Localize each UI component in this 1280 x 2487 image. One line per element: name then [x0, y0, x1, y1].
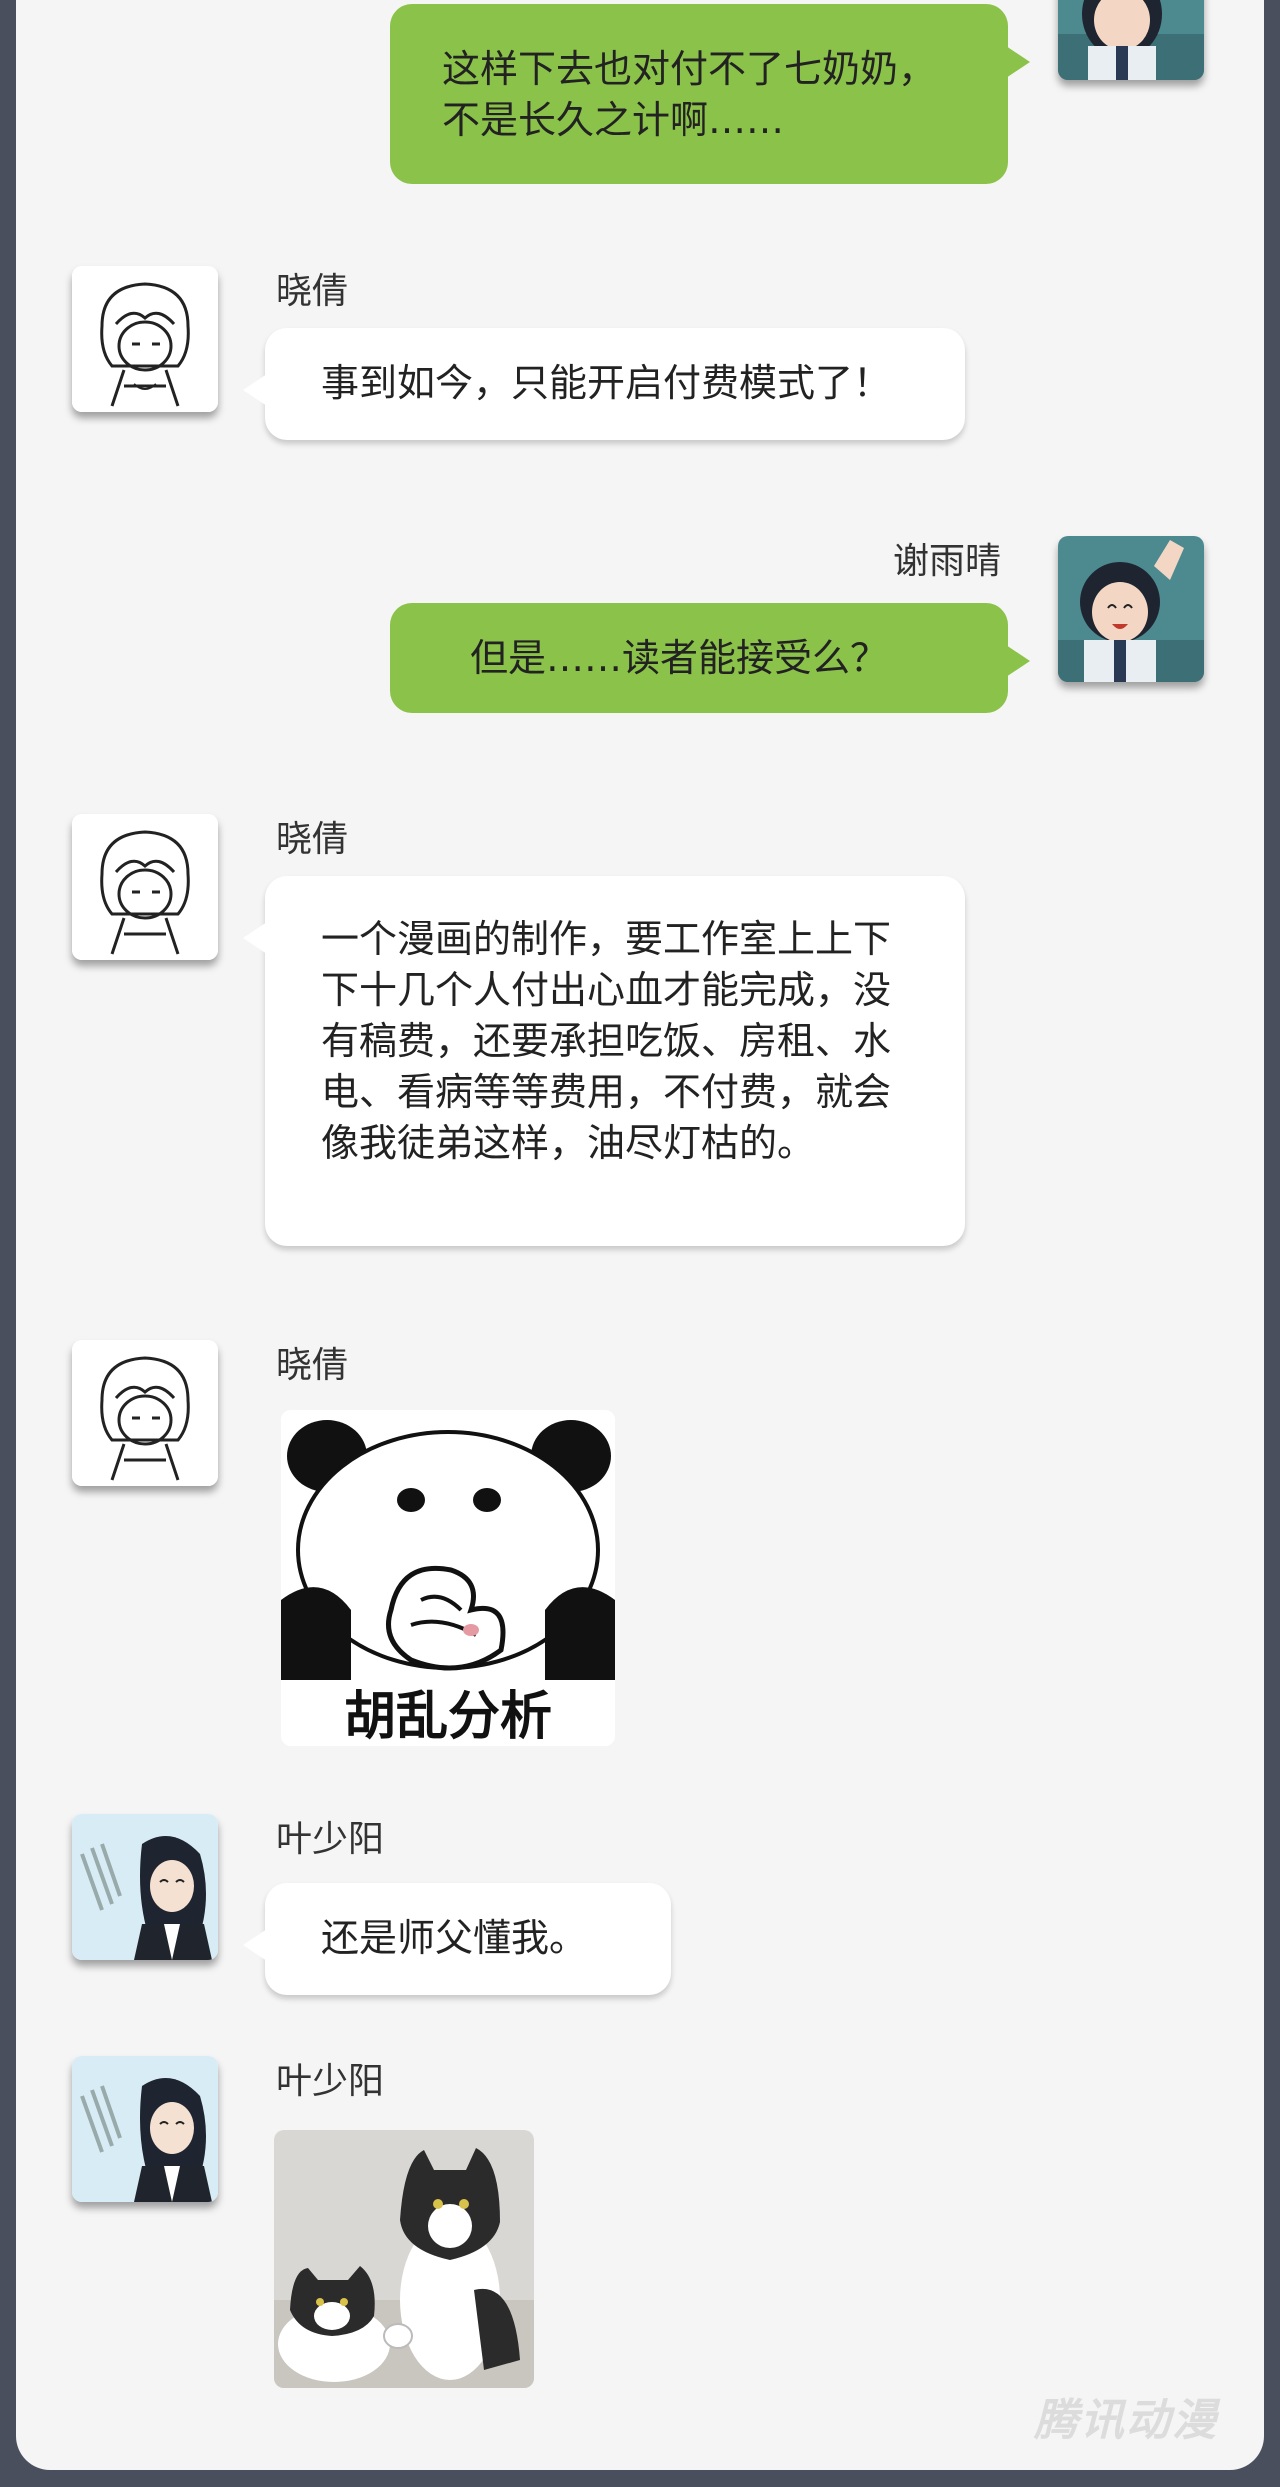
anime-boy-avatar-icon [72, 2056, 218, 2202]
avatar-xiaoqian[interactable] [72, 814, 218, 960]
sender-name: 叶少阳 [276, 1819, 385, 1860]
message-bubble-right: 但是……读者能接受么？ [390, 603, 1030, 713]
anime-girl-waving-icon [1058, 536, 1204, 682]
sketch-girl-avatar-icon [72, 814, 218, 960]
avatar-xieyuqing[interactable] [1058, 0, 1204, 80]
message-bubble-left: 事到如今，只能开启付费模式了！ [243, 328, 965, 440]
sketch-girl-avatar-icon [72, 1340, 218, 1486]
avatar-yeshaoyang[interactable] [72, 1814, 218, 1960]
sticker-caption: 胡乱分析 [343, 1687, 552, 1746]
avatar-yeshaoyang[interactable] [72, 2056, 218, 2202]
sender-name: 叶少阳 [276, 2061, 385, 2102]
chat-screen: 这样下去也对付不了七奶奶，不是长久之计啊…… 晓倩 事到如今，只能开启付费模式了… [16, 0, 1264, 2470]
panda-meme-sticker[interactable]: 胡乱分析 [281, 1410, 615, 1746]
message-bubble-left: 还是师父懂我。 [243, 1883, 671, 1995]
anime-boy-avatar-icon [72, 1814, 218, 1960]
anime-girl-avatar-icon [1058, 0, 1204, 80]
sketch-girl-avatar-icon [72, 266, 218, 412]
sender-name: 晓倩 [276, 1345, 349, 1386]
cats-thumbs-up-sticker[interactable] [274, 2130, 534, 2388]
watermark-logo: 腾讯动漫 [1034, 2395, 1218, 2446]
sender-name: 晓倩 [276, 819, 349, 860]
cats-thumbs-up-icon [274, 2130, 534, 2388]
avatar-xiaoqian[interactable] [72, 1340, 218, 1486]
message-bubble-right: 这样下去也对付不了七奶奶，不是长久之计啊…… [390, 4, 1030, 184]
message-bubble-left: 一个漫画的制作，要工作室上上下下十几个人付出心血才能完成，没有稿费，还要承担吃饭… [243, 876, 965, 1246]
sender-name: 晓倩 [276, 271, 349, 312]
avatar-xieyuqing[interactable] [1058, 536, 1204, 682]
sender-name: 谢雨晴 [893, 541, 1002, 582]
avatar-xiaoqian[interactable] [72, 266, 218, 412]
